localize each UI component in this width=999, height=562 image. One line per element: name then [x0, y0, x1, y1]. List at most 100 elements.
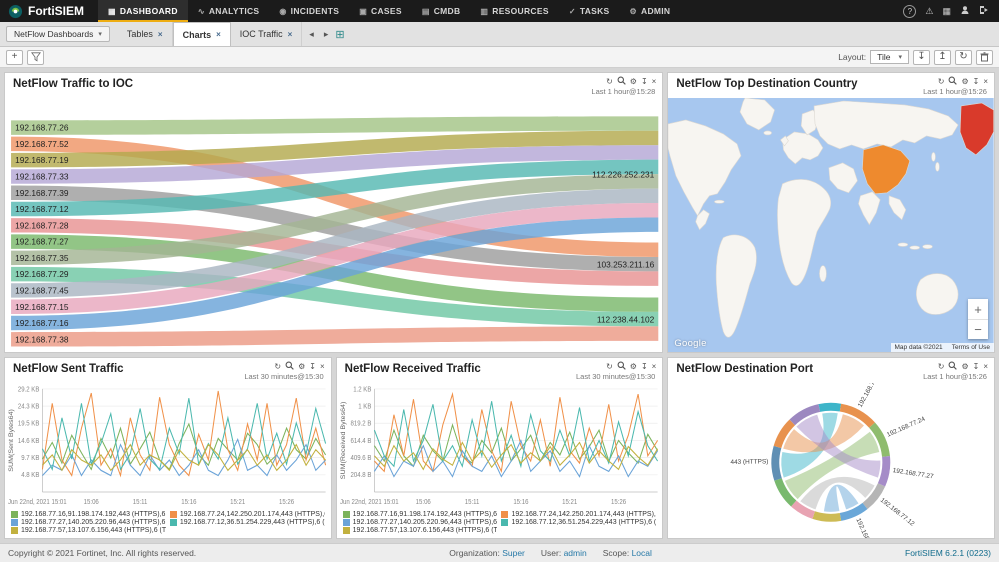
nav-item-analytics[interactable]: ∿ ANALYTICS: [188, 0, 270, 22]
destination-port-chord-chart[interactable]: 192.168.77.16192.168.77.24192.168.77.271…: [668, 383, 994, 538]
cmdb-icon: ▤: [422, 7, 430, 16]
widget-close-icon[interactable]: ×: [652, 362, 657, 371]
widget-close-icon[interactable]: ×: [320, 362, 325, 371]
widget-settings-icon[interactable]: ⚙: [630, 77, 637, 86]
nav-item-tasks[interactable]: ✓TASKS: [559, 0, 620, 22]
widget-export-icon[interactable]: ↧: [309, 362, 316, 371]
svg-text:SUM(Sent Bytes64): SUM(Sent Bytes64): [8, 410, 14, 473]
import-dashboard-icon[interactable]: ↥: [934, 50, 951, 65]
refresh-dashboard-icon[interactable]: ↻: [955, 50, 972, 65]
nav-item-incidents[interactable]: ◉INCIDENTS: [269, 0, 349, 22]
terms-of-use-link[interactable]: Terms of Use: [952, 344, 990, 351]
widget-title: NetFlow Received Traffic: [345, 363, 481, 375]
copyright-text: Copyright © 2021 Fortinet, Inc. All righ…: [8, 548, 196, 558]
widget-close-icon[interactable]: ×: [983, 362, 988, 371]
widget-timestamp: Last 1 hour@15:28: [591, 87, 655, 96]
legend-swatch: [170, 519, 177, 526]
tab-scroll-right-icon[interactable]: ▸: [321, 29, 332, 40]
nav-item-label: CMDB: [434, 6, 461, 16]
widget-settings-icon[interactable]: ⚙: [298, 362, 305, 371]
tab-charts[interactable]: Charts×: [173, 22, 231, 46]
layout-select[interactable]: Tile ▾: [870, 50, 909, 64]
dashboard-grid: NetFlow Traffic to IOC ↻ ⚙ ↧ × Last 1 ho…: [0, 68, 999, 543]
fortisiem-logo[interactable]: FortiSIEM: [0, 0, 98, 22]
dashboard-selector[interactable]: NetFlow Dashboards ▾: [6, 26, 110, 42]
widget-refresh-icon[interactable]: ↻: [938, 362, 945, 371]
widget-netflow-top-destination-country: NetFlow Top Destination Country ↻ ⚙ ↧ × …: [667, 72, 995, 353]
nav-item-resources[interactable]: ▥RESOURCES: [470, 0, 558, 22]
widget-export-icon[interactable]: ↧: [973, 362, 980, 371]
svg-text:112.226.252.231: 112.226.252.231: [592, 169, 654, 179]
legend-item[interactable]: 192.168.77.12,36.51.254.229,443 (HTTPS),…: [170, 519, 325, 526]
widget-settings-icon[interactable]: ⚙: [630, 362, 637, 371]
tab-close-icon[interactable]: ×: [216, 30, 221, 39]
widget-refresh-icon[interactable]: ↻: [606, 77, 613, 86]
footer: Copyright © 2021 Fortinet, Inc. All righ…: [0, 543, 999, 562]
new-tab-icon[interactable]: ⊞: [335, 28, 344, 41]
nav-item-cmdb[interactable]: ▤ CMDB: [412, 0, 471, 22]
widget-close-icon[interactable]: ×: [983, 77, 988, 86]
tab-tables[interactable]: Tables×: [118, 22, 173, 46]
widget-close-icon[interactable]: ×: [652, 77, 657, 86]
logout-icon[interactable]: [979, 5, 989, 17]
svg-text:15:11: 15:11: [464, 499, 479, 507]
legend-item[interactable]: 192.168.77.24,142.250.201.174,443 (HTTPS…: [170, 511, 325, 518]
add-widget-button[interactable]: +: [6, 50, 23, 65]
widget-refresh-icon[interactable]: ↻: [938, 77, 945, 86]
widget-zoom-icon[interactable]: [285, 361, 294, 372]
apps-icon[interactable]: ▦: [942, 6, 951, 17]
legend-item[interactable]: 192.168.77.16,91.198.174.192,443 (HTTPS)…: [343, 511, 498, 518]
zoom-out-button[interactable]: −: [968, 319, 988, 339]
user-icon[interactable]: [960, 5, 970, 17]
legend-item[interactable]: 192.168.77.57,13.107.6.156,443 (HTTPS),6…: [11, 527, 166, 534]
nav-item-label: ANALYTICS: [209, 6, 260, 16]
widget-refresh-icon[interactable]: ↻: [606, 362, 613, 371]
widget-export-icon[interactable]: ↧: [641, 77, 648, 86]
sent-traffic-line-chart[interactable]: 4.8 KB9.7 KB14.6 KB19.5 KB24.3 KB29.2 KB…: [5, 383, 331, 509]
widget-export-icon[interactable]: ↧: [973, 77, 980, 86]
legend-item[interactable]: 192.168.77.27,140.205.220.96,443 (HTTPS)…: [11, 519, 166, 526]
nav-item-label: INCIDENTS: [291, 6, 340, 16]
legend-item[interactable]: 192.168.77.27,140.205.220.96,443 (HTTPS)…: [343, 519, 498, 526]
nav-item-cases[interactable]: ▣CASES: [349, 0, 412, 22]
widget-zoom-icon[interactable]: [948, 361, 957, 372]
widget-export-icon[interactable]: ↧: [641, 362, 648, 371]
tab-close-icon[interactable]: ×: [158, 30, 163, 39]
analytics-icon: ∿: [198, 7, 205, 16]
widget-header-icons: ↻ ⚙ ↧ ×: [606, 76, 656, 87]
sankey-chart[interactable]: 192.168.77.26192.168.77.52192.168.77.191…: [5, 98, 662, 352]
landmass-australia: [917, 274, 959, 315]
map-attribution: Map data ©2021 Terms of Use: [891, 343, 994, 352]
widget-zoom-icon[interactable]: [948, 76, 957, 87]
tab-close-icon[interactable]: ×: [288, 30, 293, 39]
received-traffic-line-chart[interactable]: 204.8 B409.6 B614.4 B819.2 B1 KB1.2 KBJu…: [337, 383, 663, 509]
zoom-in-button[interactable]: +: [968, 299, 988, 319]
legend-item[interactable]: 192.168.77.24,142.250.201.174,443 (HTTPS…: [501, 511, 656, 518]
help-icon[interactable]: ?: [903, 5, 916, 18]
widget-settings-icon[interactable]: ⚙: [961, 77, 968, 86]
scope-label: Scope:: [603, 548, 629, 558]
tab-ioc-traffic[interactable]: IOC Traffic×: [231, 22, 303, 46]
legend-item[interactable]: 192.168.77.57,13.107.6.156,443 (HTTPS),6…: [343, 527, 498, 534]
nav-item-admin[interactable]: ⚙ADMIN: [620, 0, 681, 22]
widget-settings-icon[interactable]: ⚙: [961, 362, 968, 371]
tab-scroll-left-icon[interactable]: ◂: [306, 29, 317, 40]
widget-zoom-icon[interactable]: [617, 361, 626, 372]
widget-header: NetFlow Traffic to IOC ↻ ⚙ ↧ × Last 1 ho…: [5, 73, 662, 98]
widget-refresh-icon[interactable]: ↻: [274, 362, 281, 371]
filter-button[interactable]: [27, 50, 44, 65]
svg-text:819.2 B: 819.2 B: [350, 421, 371, 429]
svg-text:192.168.77.16: 192.168.77.16: [15, 318, 69, 328]
legend-item[interactable]: 192.168.77.16,91.198.174.192,443 (HTTPS)…: [11, 511, 166, 518]
svg-text:19.5 KB: 19.5 KB: [18, 421, 40, 429]
map-canvas[interactable]: Google Map data ©2021 Terms of Use + −: [668, 98, 994, 352]
legend-label: 192.168.77.27,140.205.220.96,443 (HTTPS)…: [21, 519, 166, 526]
widget-netflow-received-traffic: NetFlow Received Traffic ↻ ⚙ ↧ × Last 30…: [336, 357, 664, 539]
nav-item-dashboard[interactable]: ▦DASHBOARD: [98, 0, 188, 22]
legend-item[interactable]: 192.168.77.12,36.51.254.229,443 (HTTPS),…: [501, 519, 656, 526]
export-dashboard-icon[interactable]: ↧: [913, 50, 930, 65]
widget-zoom-icon[interactable]: [617, 76, 626, 87]
svg-text:443 (HTTPS): 443 (HTTPS): [731, 459, 769, 467]
alert-icon[interactable]: ⚠: [925, 6, 933, 17]
delete-dashboard-icon[interactable]: [976, 50, 993, 65]
